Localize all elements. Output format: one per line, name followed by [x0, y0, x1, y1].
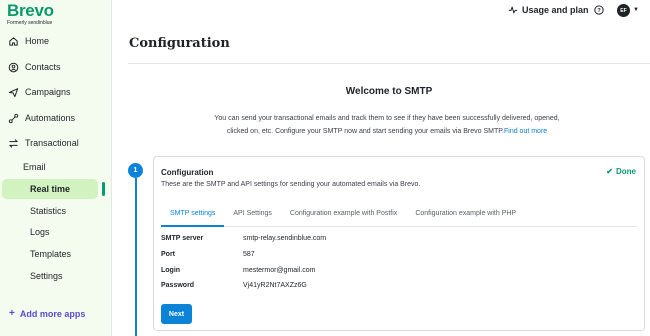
- transactional-icon: [7, 137, 19, 149]
- field-row-password: Password Vj41yR2Nt7AXZz6G: [161, 282, 307, 289]
- card-description: These are the SMTP and API settings for …: [161, 181, 421, 188]
- activity-icon: [508, 6, 518, 14]
- intro-line-2: clicked on, etc. Configure your SMTP now…: [226, 128, 504, 135]
- tab-postfix-example[interactable]: Configuration example with Postfix: [281, 206, 406, 227]
- tab-api-settings[interactable]: API Settings: [224, 206, 281, 227]
- usage-and-plan-button[interactable]: Usage and plan: [508, 5, 589, 15]
- nav-item-automations[interactable]: Automations: [0, 107, 112, 129]
- nav-item-transactional[interactable]: Transactional: [0, 132, 112, 154]
- usage-and-plan-label: Usage and plan: [522, 5, 589, 15]
- add-more-apps-label: Add more apps: [19, 308, 86, 319]
- subnav-item-logs[interactable]: Logs: [0, 222, 112, 242]
- send-icon: [7, 86, 19, 98]
- plus-icon: +: [9, 308, 15, 319]
- field-key: Port: [161, 251, 175, 258]
- field-key: Password: [161, 282, 195, 289]
- nav-item-label: Campaigns: [25, 87, 71, 97]
- active-indicator: [102, 182, 105, 196]
- field-key: SMTP server: [161, 235, 204, 242]
- add-more-apps-link[interactable]: + Add more apps: [9, 308, 85, 319]
- subnav-item-statistics[interactable]: Statistics: [0, 201, 112, 221]
- logo-name: Brevo: [7, 1, 54, 20]
- nav-item-label: Home: [25, 36, 50, 46]
- subnav-item-settings[interactable]: Settings: [0, 266, 112, 286]
- field-value: 587: [243, 251, 255, 258]
- field-row-port: Port 587: [161, 251, 255, 258]
- svg-text:?: ?: [597, 8, 601, 14]
- check-icon: ✔: [606, 167, 613, 176]
- subnav-section-email[interactable]: Email: [0, 157, 112, 177]
- card-title: Configuration: [161, 168, 214, 177]
- intro-line-1: You can send your transactional emails a…: [214, 115, 560, 122]
- step-line: [135, 178, 137, 336]
- welcome-heading: Welcome to SMTP: [345, 86, 433, 97]
- settings-tabs: SMTP settings API Settings Configuration…: [161, 206, 637, 227]
- divider: [128, 63, 650, 64]
- help-icon[interactable]: ?: [594, 5, 604, 15]
- chevron-down-icon[interactable]: ▼: [633, 7, 639, 13]
- contacts-icon: [7, 61, 19, 73]
- next-button[interactable]: Next: [161, 304, 192, 324]
- automation-icon: [7, 112, 19, 124]
- subnav-item-real-time[interactable]: Real time: [2, 179, 98, 199]
- find-out-more-link[interactable]: Find out more: [504, 128, 547, 135]
- sidebar: Brevo Formerly sendinblue Home Contacts …: [0, 0, 112, 336]
- status-badge: ✔ Done: [606, 167, 636, 176]
- nav-item-home[interactable]: Home: [0, 30, 112, 52]
- configuration-card: Configuration ✔ Done These are the SMTP …: [153, 156, 645, 331]
- tab-php-example[interactable]: Configuration example with PHP: [406, 206, 525, 227]
- subnav-item-templates[interactable]: Templates: [0, 244, 112, 264]
- status-label: Done: [616, 167, 636, 176]
- nav-item-label: Transactional: [25, 138, 79, 148]
- field-row-smtp-server: SMTP server smtp-relay.sendinblue.com: [161, 235, 326, 242]
- field-value: mestermor@gmail.com: [243, 267, 316, 274]
- field-row-login: Login mestermor@gmail.com: [161, 267, 315, 274]
- page-title: Configuration: [129, 36, 230, 51]
- nav-item-campaigns[interactable]: Campaigns: [0, 81, 112, 103]
- nav-item-label: Contacts: [25, 62, 61, 72]
- brevo-logo[interactable]: Brevo Formerly sendinblue: [7, 1, 54, 26]
- field-value: Vj41yR2Nt7AXZz6G: [243, 282, 307, 289]
- home-icon: [7, 35, 19, 47]
- step-number-badge: 1: [128, 163, 143, 178]
- field-value: smtp-relay.sendinblue.com: [243, 235, 327, 242]
- nav-item-label: Automations: [25, 113, 76, 123]
- welcome-intro: You can send your transactional emails a…: [190, 112, 584, 138]
- tab-smtp-settings[interactable]: SMTP settings: [161, 206, 225, 227]
- logo-subtitle: Formerly sendinblue: [7, 20, 53, 26]
- field-key: Login: [161, 267, 181, 274]
- nav-item-contacts[interactable]: Contacts: [0, 56, 112, 78]
- avatar[interactable]: EF: [617, 4, 630, 17]
